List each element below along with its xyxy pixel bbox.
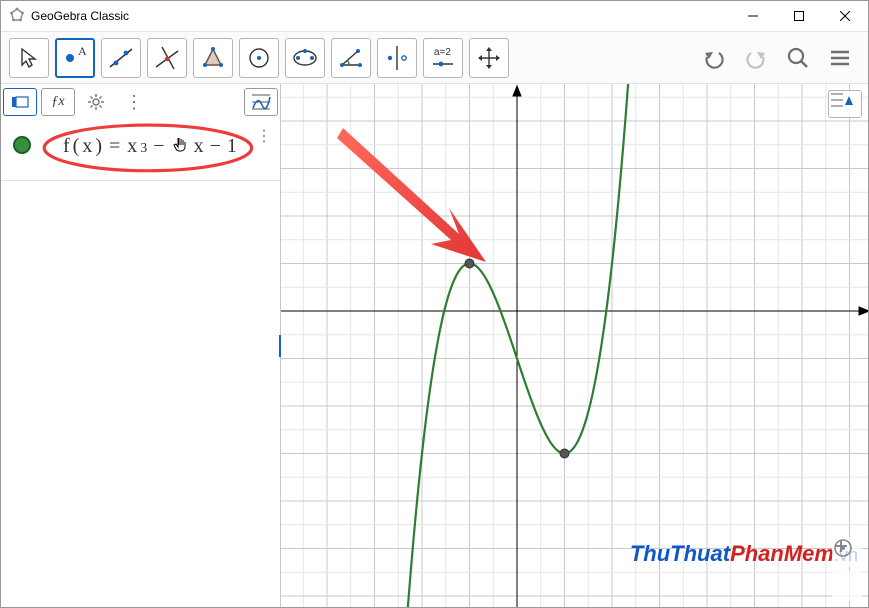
- reflect-tool[interactable]: [377, 38, 417, 78]
- angle-tool[interactable]: [331, 38, 371, 78]
- algebra-input[interactable]: [1, 180, 280, 220]
- title-bar: GeoGebra Classic: [1, 1, 868, 32]
- zoom-in-button[interactable]: [832, 571, 862, 601]
- ellipse-tool[interactable]: [285, 38, 325, 78]
- formula-expression[interactable]: f(x) = x3 − x − 1: [63, 132, 237, 158]
- more-button[interactable]: ⋮: [117, 88, 151, 116]
- graphics-toggle-icon[interactable]: [244, 88, 278, 116]
- menu-button[interactable]: [820, 38, 860, 78]
- graph-point[interactable]: [465, 259, 474, 268]
- fx-button[interactable]: ƒx: [41, 88, 75, 116]
- line-tool[interactable]: [101, 38, 141, 78]
- svg-text:a=2: a=2: [434, 47, 451, 58]
- main-toolbar: A a=2: [1, 32, 868, 84]
- algebra-toolbar: ƒx ⋮: [1, 84, 280, 120]
- views-toggle-button[interactable]: [828, 90, 862, 118]
- algebra-view-toggle[interactable]: [3, 88, 37, 116]
- move-tool[interactable]: [9, 38, 49, 78]
- svg-text:A: A: [78, 44, 87, 58]
- annotation-arrow: [337, 128, 486, 262]
- search-button[interactable]: [778, 38, 818, 78]
- move-graphics-tool[interactable]: [469, 38, 509, 78]
- circle-center-tool[interactable]: [239, 38, 279, 78]
- graphics-view[interactable]: ThuThuatPhanMem.vn: [281, 84, 868, 607]
- point-tool[interactable]: A: [55, 38, 95, 78]
- undo-button[interactable]: [694, 38, 734, 78]
- close-button[interactable]: [822, 1, 868, 32]
- minimize-button[interactable]: [730, 1, 776, 32]
- redo-button[interactable]: [736, 38, 776, 78]
- perpendicular-tool[interactable]: [147, 38, 187, 78]
- content-area: ƒx ⋮ f(x) = x3 −: [1, 84, 868, 607]
- window-title: GeoGebra Classic: [31, 9, 730, 23]
- object-visibility-toggle[interactable]: [13, 136, 31, 154]
- maximize-button[interactable]: [776, 1, 822, 32]
- app-logo-icon: [9, 7, 25, 26]
- row-kebab-menu[interactable]: ⋮: [256, 126, 272, 146]
- graph-point[interactable]: [560, 449, 569, 458]
- algebra-row[interactable]: f(x) = x3 − x − 1 ⋮: [1, 120, 280, 174]
- hand-cursor-icon: [172, 135, 190, 155]
- settings-button[interactable]: [79, 88, 113, 116]
- algebra-panel: ƒx ⋮ f(x) = x3 −: [1, 84, 281, 607]
- slider-tool[interactable]: a=2: [423, 38, 463, 78]
- polygon-tool[interactable]: [193, 38, 233, 78]
